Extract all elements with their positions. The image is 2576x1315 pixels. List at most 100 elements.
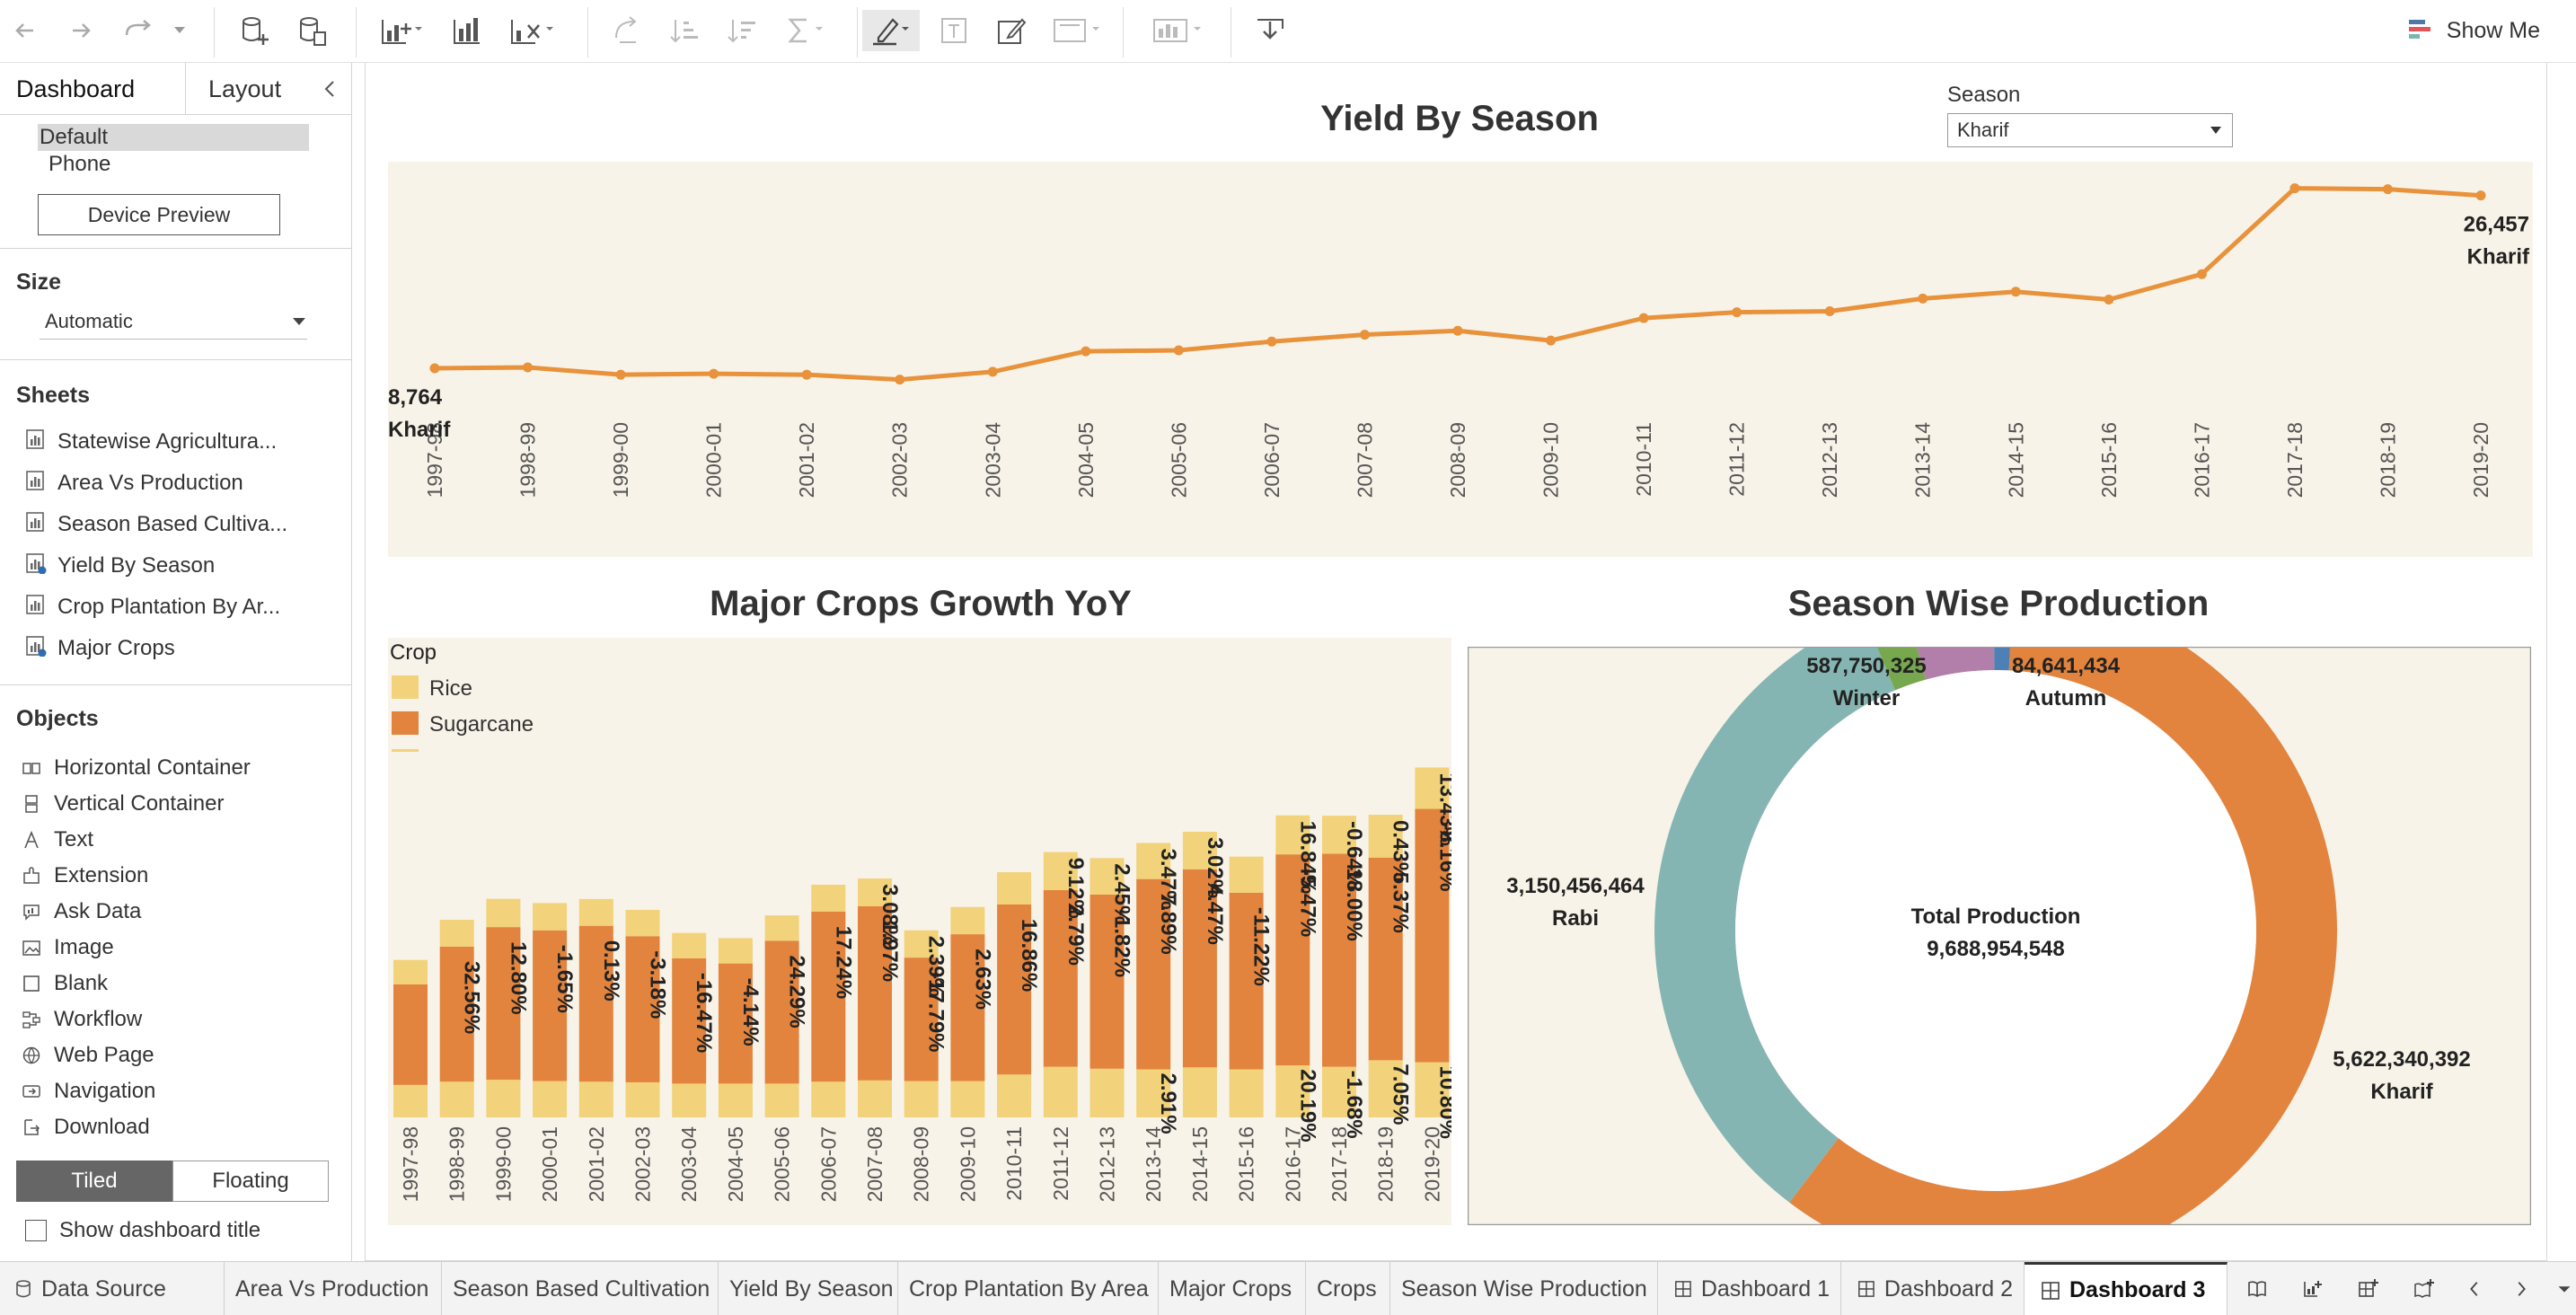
x-tick-label: 2008-09 <box>1446 422 1469 498</box>
device-option-default[interactable]: Default <box>38 124 309 151</box>
swap-icon[interactable] <box>607 13 647 49</box>
floating-toggle[interactable]: Floating <box>172 1161 329 1202</box>
sheet-item[interactable]: Statewise Agricultura... <box>25 424 277 460</box>
annotate-icon[interactable] <box>992 13 1031 49</box>
rice-bar <box>904 1081 939 1117</box>
label-icon[interactable] <box>934 13 974 49</box>
new-story-icon[interactable] <box>2398 1262 2450 1315</box>
dropdown-icon[interactable] <box>169 13 190 49</box>
replay-icon[interactable] <box>117 13 162 49</box>
yield-point <box>2010 287 2021 297</box>
sheet-tab[interactable]: Yield By Season <box>719 1262 898 1315</box>
sheet-item[interactable]: Season Based Cultiva... <box>25 507 287 543</box>
collapse-panel-icon[interactable] <box>322 63 338 115</box>
new-dashboard-icon[interactable] <box>2342 1262 2395 1315</box>
datasource-icon[interactable] <box>293 13 332 49</box>
season-filter-value: Kharif <box>1957 119 2009 141</box>
redo-icon[interactable] <box>63 13 99 49</box>
story-icon[interactable] <box>2231 1262 2283 1315</box>
new-datasource-icon[interactable] <box>235 13 275 49</box>
object-image[interactable]: Image <box>22 931 114 965</box>
object-workflow[interactable]: Workflow <box>22 1002 142 1037</box>
totals-icon[interactable] <box>780 13 830 49</box>
sheet-tab[interactable]: Crops <box>1306 1262 1390 1315</box>
show-dashboard-title-checkbox[interactable]: Show dashboard title <box>25 1218 260 1243</box>
sheet-tab[interactable]: Crop Plantation By Area <box>898 1262 1159 1315</box>
sheet-tab[interactable]: Area Vs Production <box>225 1262 442 1315</box>
scroll-left-icon[interactable] <box>2454 1262 2495 1315</box>
checkbox-box[interactable] <box>25 1220 47 1241</box>
yield-point <box>615 369 626 380</box>
x-tick-label: 2019-20 <box>2469 422 2492 498</box>
x-tick-label: 2005-06 <box>1167 422 1190 498</box>
dashboard-icon <box>2042 1281 2060 1300</box>
sugarcane-bar <box>393 984 428 1085</box>
object-extension[interactable]: Extension <box>22 859 148 893</box>
sheet-tab[interactable]: Dashboard 1 <box>1658 1262 1841 1315</box>
x-tick-label: 2003-04 <box>981 422 1004 499</box>
sort-asc-icon[interactable] <box>665 13 704 49</box>
device-option-phone[interactable]: Phone <box>49 151 110 178</box>
present-icon[interactable] <box>1250 13 1290 49</box>
sheet-tab[interactable]: Dashboard 3 <box>2025 1262 2228 1315</box>
sheet-tab[interactable]: Major Crops <box>1159 1262 1306 1315</box>
donut-group <box>1654 648 2337 1224</box>
sheet-item[interactable]: Crop Plantation By Ar... <box>25 589 280 625</box>
object-label: Ask Data <box>54 899 142 923</box>
center-label: Total Production <box>1911 905 2081 929</box>
panel-tabs: Dashboard Layout <box>0 63 352 115</box>
rice-growth-label: 2.91% <box>1156 1072 1180 1134</box>
sugarcane-growth-label: 17.24% <box>831 926 855 999</box>
scroll-right-icon[interactable] <box>2501 1262 2542 1315</box>
object-text[interactable]: Text <box>22 823 93 857</box>
duplicate-icon[interactable] <box>447 13 487 49</box>
sheet-item[interactable]: Area Vs Production <box>25 465 243 501</box>
object-blank[interactable]: Blank <box>22 966 108 1001</box>
worksheet-icon <box>25 470 47 498</box>
object-web-page[interactable]: Web Page <box>22 1038 154 1072</box>
x-tick-label: 2008-09 <box>910 1126 933 1202</box>
sheets-section-title: Sheets <box>16 383 90 408</box>
object-horizontal-container[interactable]: Horizontal Container <box>22 751 251 785</box>
x-tick-label: 1998-99 <box>516 422 540 498</box>
x-tick-label: 2002-03 <box>888 422 912 498</box>
sheet-item[interactable]: Major Crops <box>25 631 175 666</box>
tab-layout[interactable]: Layout <box>208 63 281 115</box>
sort-desc-icon[interactable] <box>722 13 762 49</box>
image-icon <box>22 938 41 958</box>
sheet-tab[interactable]: Dashboard 2 <box>1841 1262 2025 1315</box>
sheet-tab-label: Dashboard 1 <box>1700 1275 1830 1302</box>
undo-icon[interactable] <box>7 13 43 49</box>
tabs-menu-icon[interactable] <box>2544 1262 2576 1315</box>
sheet-item[interactable]: Yield By Season <box>25 548 215 584</box>
tab-dashboard[interactable]: Dashboard <box>16 63 135 115</box>
sheet-tab[interactable]: Season Based Cultivation <box>442 1262 719 1315</box>
object-label: Download <box>54 1115 150 1139</box>
new-worksheet-icon[interactable] <box>2287 1262 2339 1315</box>
object-download[interactable]: Download <box>22 1110 150 1144</box>
tiled-toggle[interactable]: Tiled <box>16 1161 172 1202</box>
worksheet-icon <box>25 511 47 539</box>
sheet-tab[interactable]: Season Wise Production <box>1390 1262 1658 1315</box>
object-ask-data[interactable]: Ask Data <box>22 895 141 929</box>
clear-icon[interactable] <box>505 13 559 49</box>
highlight-icon[interactable] <box>862 10 920 51</box>
show-cards-icon[interactable] <box>1146 13 1209 49</box>
fit-icon[interactable] <box>1047 13 1105 49</box>
top-growth-label: 2.39% <box>924 936 948 997</box>
x-tick-label: 2013-14 <box>1142 1126 1165 1203</box>
rice-bar <box>950 1081 985 1117</box>
size-dropdown[interactable]: Automatic <box>40 304 307 340</box>
device-preview-button[interactable]: Device Preview <box>38 194 280 235</box>
x-tick-label: 2012-13 <box>1096 1126 1119 1202</box>
sheet-tab[interactable]: Data Source <box>0 1262 225 1315</box>
x-tick-label: 2010-11 <box>1632 422 1655 497</box>
object-navigation[interactable]: Navigation <box>22 1074 155 1108</box>
new-worksheet-icon[interactable] <box>375 13 426 49</box>
rice-top-bar <box>578 898 613 926</box>
start-value-label: 8,764 <box>388 385 443 410</box>
season-filter-dropdown[interactable]: Kharif <box>1947 113 2233 147</box>
start-series-label: Kharif <box>388 418 451 442</box>
show-me-button[interactable]: Show Me <box>2407 13 2540 49</box>
object-vertical-container[interactable]: Vertical Container <box>22 787 224 821</box>
